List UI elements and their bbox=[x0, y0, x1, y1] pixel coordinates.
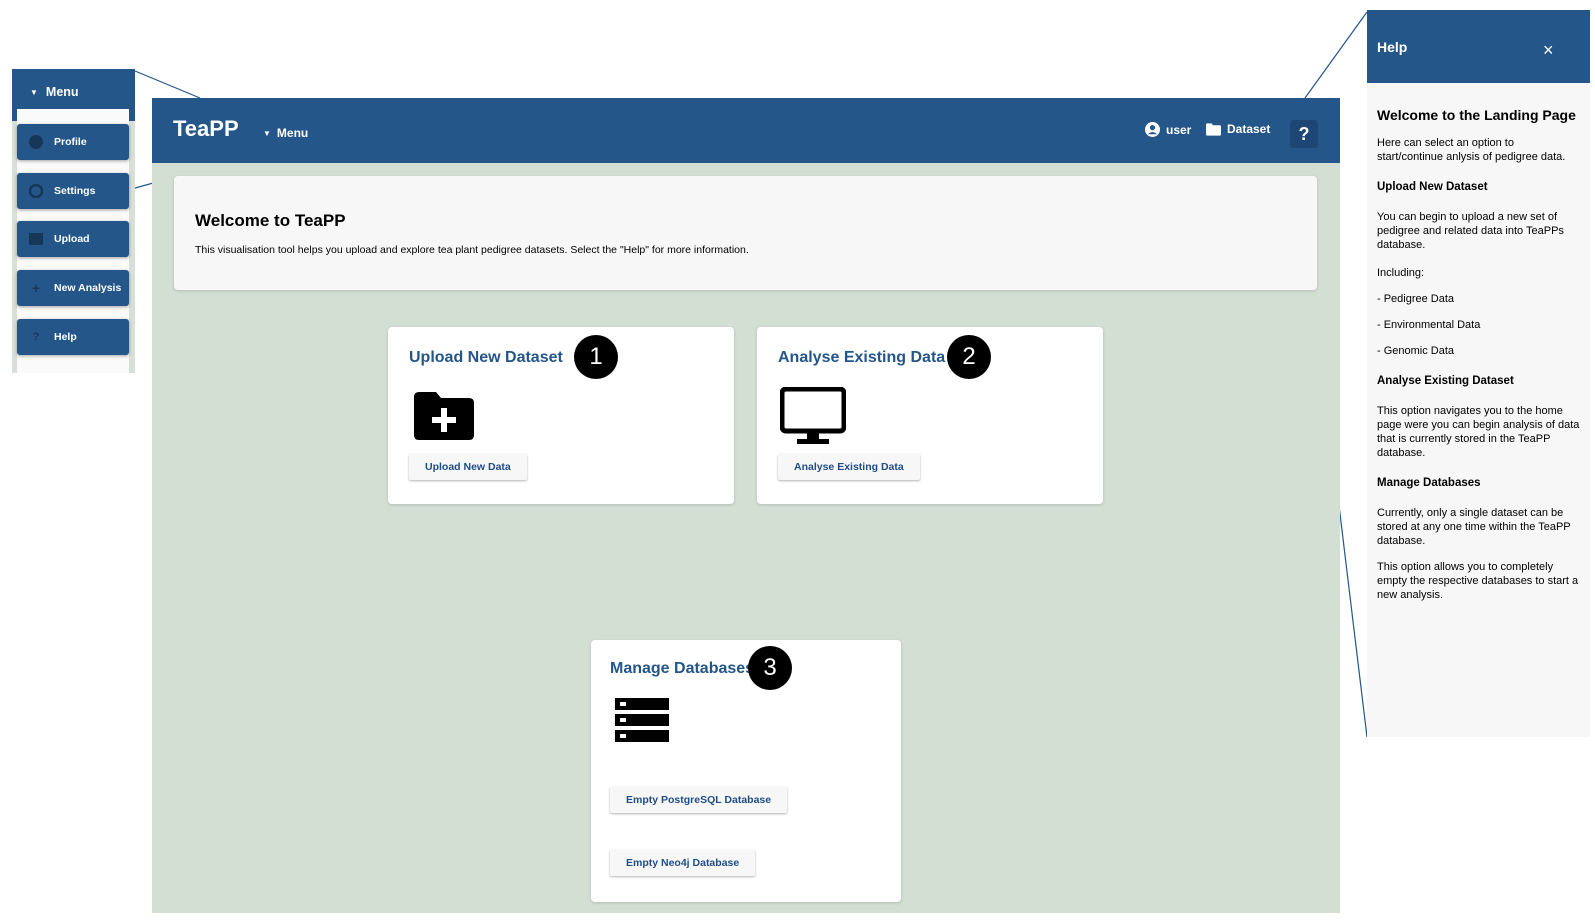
help-manage-heading: Manage Databases bbox=[1377, 477, 1481, 489]
side-menu-panel: ▼ Menu Profile Settings Upload + New Ana… bbox=[12, 69, 135, 373]
user-label: user bbox=[1166, 122, 1192, 137]
side-menu-item-label: New Analysis bbox=[54, 282, 122, 294]
side-menu-item-label: Profile bbox=[54, 136, 87, 148]
server-icon bbox=[615, 698, 669, 742]
plus-icon: + bbox=[31, 280, 41, 296]
help-manage-text-1: Currently, only a single dataset can be … bbox=[1377, 507, 1571, 547]
close-icon[interactable]: × bbox=[1543, 40, 1554, 61]
step-number-2: 2 bbox=[947, 335, 991, 379]
side-menu-item-label: Upload bbox=[54, 233, 90, 245]
step-number-1: 1 bbox=[574, 335, 618, 379]
help-heading: Welcome to the Landing Page bbox=[1377, 107, 1576, 123]
side-menu-title: Menu bbox=[45, 85, 79, 99]
side-menu-title-wrap: ▼ Menu bbox=[30, 85, 79, 99]
help-upload-text: You can begin to upload a new set of ped… bbox=[1377, 211, 1564, 251]
side-menu-item-label: Settings bbox=[54, 185, 96, 197]
manage-card-title: Manage Databases bbox=[610, 660, 755, 677]
user-circle-icon bbox=[1145, 122, 1160, 137]
upload-card-title: Upload New Dataset bbox=[409, 349, 563, 366]
folder-icon bbox=[29, 232, 43, 246]
question-icon: ? bbox=[32, 331, 40, 343]
app-window: TeaPP ▼ Menu user Dataset ? Welcome to T… bbox=[152, 98, 1340, 913]
help-manage-text-2: This option allows you to completely emp… bbox=[1377, 561, 1579, 601]
step-number-3: 3 bbox=[748, 646, 792, 690]
folder-plus-icon bbox=[414, 392, 474, 440]
help-item-environmental: - Environmental Data bbox=[1377, 319, 1481, 331]
header-menu-label: Menu bbox=[276, 126, 309, 140]
help-analyse-heading: Analyse Existing Dataset bbox=[1377, 375, 1514, 387]
dataset-link[interactable]: Dataset bbox=[1206, 122, 1270, 136]
monitor-icon bbox=[780, 387, 846, 444]
help-upload-heading: Upload New Dataset bbox=[1377, 181, 1488, 193]
empty-neo4j-button[interactable]: Empty Neo4j Database bbox=[610, 850, 756, 876]
header-menu-toggle[interactable]: ▼ Menu bbox=[263, 126, 308, 140]
analyse-card-title: Analyse Existing Data bbox=[778, 349, 946, 366]
analyse-card: Analyse Existing Data 2 Analyse Existing… bbox=[757, 327, 1103, 504]
upload-card: Upload New Dataset 1 Upload New Data bbox=[388, 327, 734, 504]
welcome-text: This visualisation tool helps you upload… bbox=[195, 244, 749, 256]
help-including: Including: bbox=[1377, 267, 1425, 279]
welcome-title: Welcome to TeaPP bbox=[195, 211, 346, 230]
caret-down-icon: ▼ bbox=[30, 87, 38, 97]
side-menu-item-label: Help bbox=[54, 331, 77, 343]
upload-new-data-button[interactable]: Upload New Data bbox=[409, 454, 527, 480]
help-item-pedigree: - Pedigree Data bbox=[1377, 293, 1455, 305]
side-menu-item-upload[interactable]: Upload bbox=[17, 221, 129, 257]
help-item-genomic: - Genomic Data bbox=[1377, 345, 1455, 357]
side-menu-item-new-analysis[interactable]: + New Analysis bbox=[17, 270, 129, 306]
empty-postgresql-button[interactable]: Empty PostgreSQL Database bbox=[610, 787, 788, 813]
user-icon bbox=[29, 135, 43, 149]
manage-card: Manage Databases 3 Empty PostgreSQL Data… bbox=[591, 640, 901, 902]
help-button[interactable]: ? bbox=[1290, 120, 1318, 148]
user-link[interactable]: user bbox=[1145, 122, 1191, 137]
dataset-label: Dataset bbox=[1227, 122, 1271, 136]
help-analyse-text: This option navigates you to the home pa… bbox=[1377, 405, 1580, 459]
help-panel-body: Welcome to the Landing Page Here can sel… bbox=[1377, 108, 1582, 614]
welcome-card: Welcome to TeaPP This visualisation tool… bbox=[174, 176, 1317, 290]
top-header: TeaPP ▼ Menu user Dataset ? bbox=[152, 98, 1340, 163]
side-menu-item-profile[interactable]: Profile bbox=[17, 124, 129, 160]
caret-down-icon: ▼ bbox=[263, 128, 271, 138]
help-panel-header: Help × bbox=[1367, 10, 1590, 83]
analyse-existing-data-button[interactable]: Analyse Existing Data bbox=[778, 454, 920, 480]
app-title: TeaPP bbox=[173, 116, 239, 141]
help-panel-title: Help bbox=[1377, 39, 1408, 55]
folder-icon bbox=[1206, 122, 1221, 136]
side-menu-item-help[interactable]: ? Help bbox=[17, 319, 129, 355]
gear-icon bbox=[29, 184, 43, 198]
side-menu-item-settings[interactable]: Settings bbox=[17, 173, 129, 209]
help-intro: Here can select an option to start/conti… bbox=[1377, 137, 1566, 163]
help-panel: Help × Welcome to the Landing Page Here … bbox=[1367, 10, 1590, 737]
